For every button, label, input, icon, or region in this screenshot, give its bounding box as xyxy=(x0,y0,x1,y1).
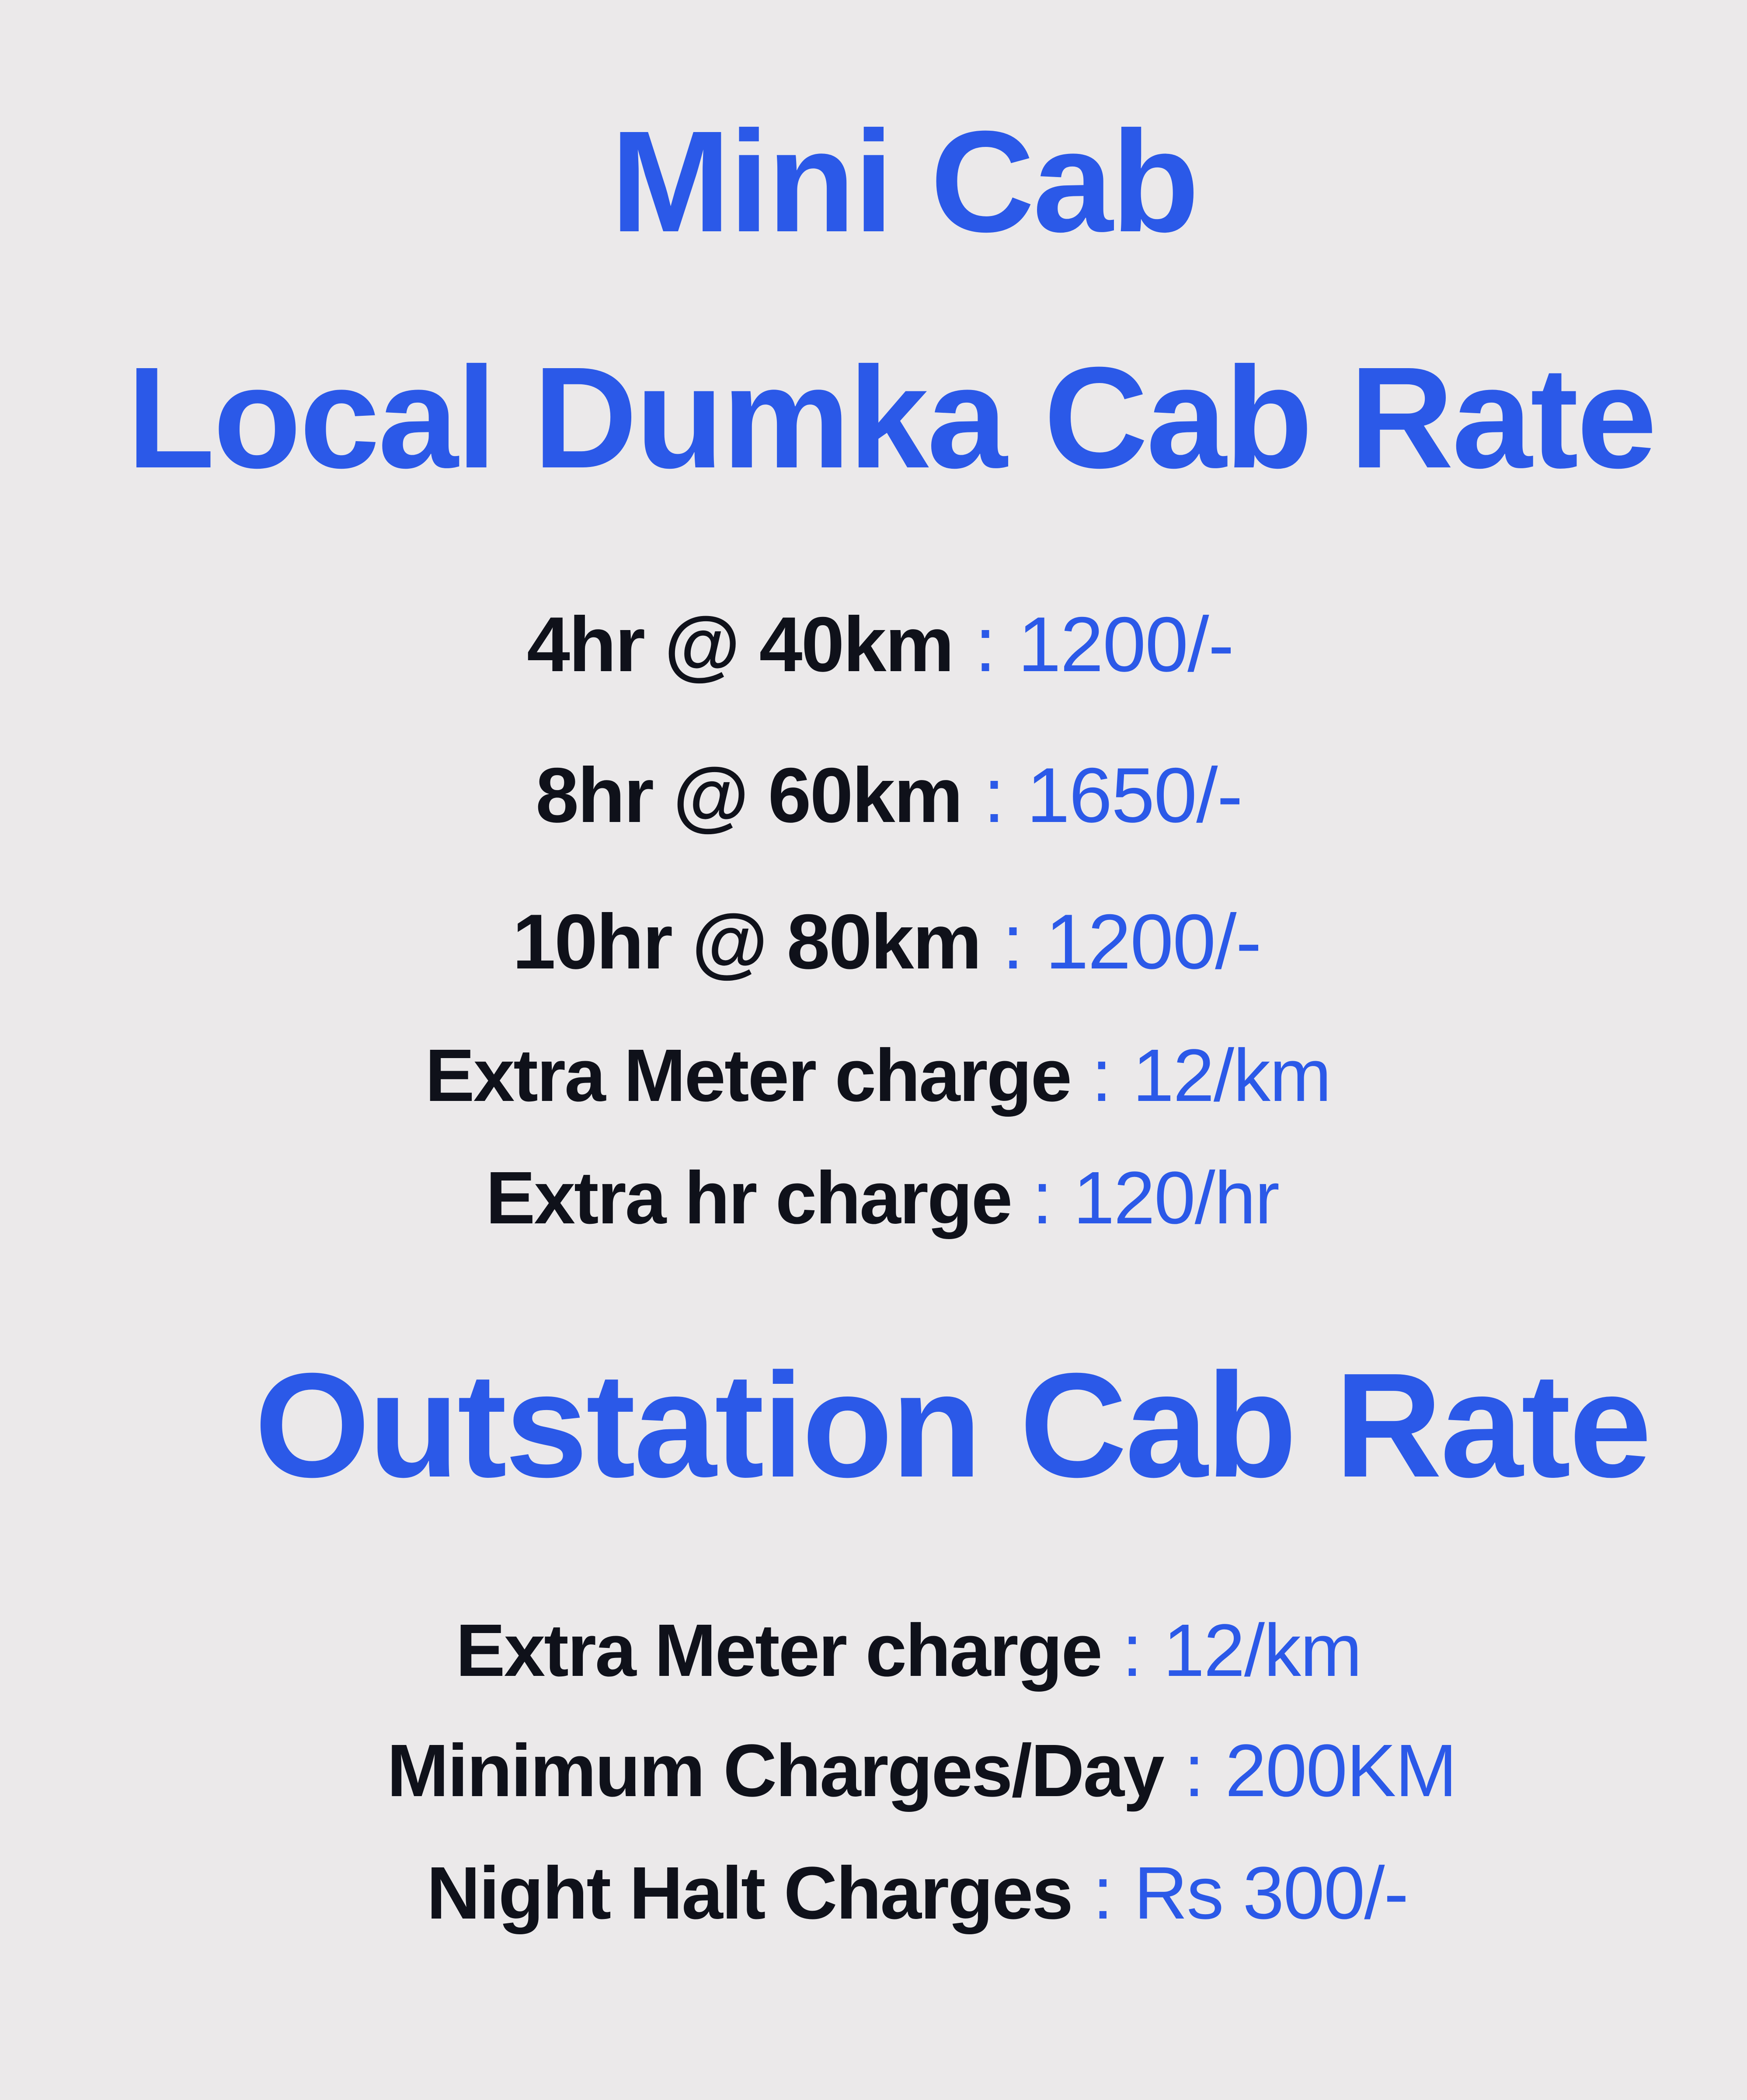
rate-separator: : xyxy=(1071,1034,1133,1117)
rate-separator: : xyxy=(953,601,1018,688)
rate-label: 8hr @ 60km xyxy=(536,752,963,839)
rate-row-extra-hr: Extra hr charge : 120/hr xyxy=(9,1161,1747,1235)
rate-row-8hr: 8hr @ 60km : 1650/- xyxy=(15,756,1747,834)
rate-value: 1650/- xyxy=(1027,752,1243,839)
rate-separator: : xyxy=(1163,1729,1225,1812)
rate-row-10hr: 10hr @ 80km : 1200/- xyxy=(13,903,1747,981)
rate-value: Rs 300/- xyxy=(1134,1852,1409,1935)
rate-label: Night Halt Charges xyxy=(426,1852,1073,1935)
outstation-row-minimum: Minimum Charges/Day : 200KM xyxy=(48,1734,1747,1808)
rate-value: 12/km xyxy=(1163,1609,1362,1692)
rate-row-extra-meter: Extra Meter charge : 12/km xyxy=(4,1038,1747,1113)
rate-value: 1200/- xyxy=(1018,601,1234,688)
rate-value: 12/km xyxy=(1132,1034,1332,1117)
rate-label: 10hr @ 80km xyxy=(512,898,982,985)
rate-row-4hr: 4hr @ 40km : 1200/- xyxy=(7,606,1747,683)
rate-separator: : xyxy=(1101,1609,1163,1692)
outstation-row-night-halt: Night Halt Charges : Rs 300/- xyxy=(44,1856,1747,1930)
rate-label: Extra Meter charge xyxy=(425,1034,1072,1117)
rate-value: 120/hr xyxy=(1073,1156,1280,1240)
rate-separator: : xyxy=(1011,1156,1073,1240)
rate-label: 4hr @ 40km xyxy=(527,601,954,688)
rate-label: Extra hr charge xyxy=(486,1156,1013,1240)
rate-separator: : xyxy=(961,752,1027,839)
rate-value: 200KM xyxy=(1225,1729,1457,1812)
local-rates-heading: Local Dumka Cab Rate xyxy=(126,337,1657,498)
rate-label: Extra Meter charge xyxy=(456,1609,1103,1692)
rate-separator: : xyxy=(1072,1852,1134,1935)
outstation-row-extra-meter: Extra Meter charge : 12/km xyxy=(35,1613,1747,1688)
rate-label: Minimum Charges/Day xyxy=(387,1729,1165,1812)
rate-separator: : xyxy=(980,898,1046,985)
page-title: Mini Cab xyxy=(610,101,1200,262)
rate-value: 1200/- xyxy=(1045,898,1262,985)
outstation-heading: Outstation Cab Rate xyxy=(254,1342,1652,1508)
